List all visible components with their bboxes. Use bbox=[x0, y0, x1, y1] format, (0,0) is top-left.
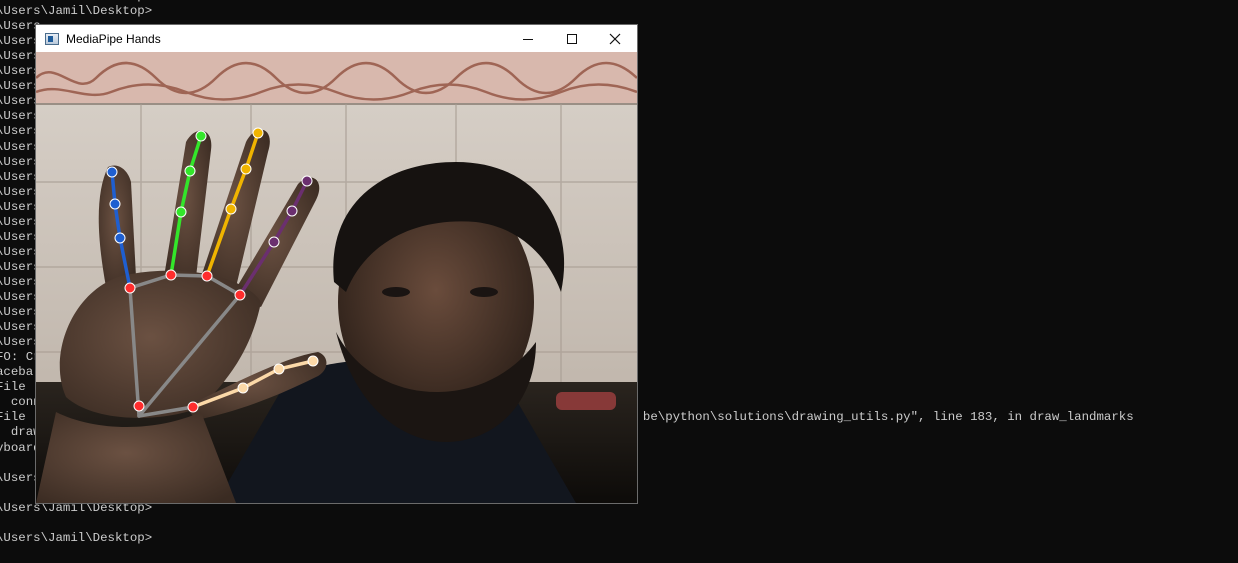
maximize-button[interactable] bbox=[550, 25, 594, 52]
mediapipe-hands-window[interactable]: MediaPipe Hands bbox=[36, 25, 637, 503]
console-line: File ' bbox=[0, 380, 41, 395]
console-line: \Users bbox=[0, 94, 41, 109]
console-line: \Users\Jamil\Desktop> bbox=[0, 4, 153, 19]
console-line: \Users bbox=[0, 199, 41, 214]
console-line: aceba bbox=[0, 365, 34, 380]
console-line: \Users bbox=[0, 320, 41, 335]
maximize-icon bbox=[567, 33, 577, 44]
console-line: \Users bbox=[0, 19, 41, 34]
console-line: \Users bbox=[0, 244, 41, 259]
console-line: \Users bbox=[0, 139, 41, 154]
console-line: \Users bbox=[0, 214, 41, 229]
console-line: conn bbox=[0, 395, 41, 410]
console-line: FO: Cr bbox=[0, 350, 41, 365]
console-line: \Users bbox=[0, 79, 41, 94]
console-line: \Users bbox=[0, 109, 41, 124]
console-line: \Users bbox=[0, 49, 41, 64]
console-line: \Users bbox=[0, 274, 41, 289]
console-line: \Users bbox=[0, 184, 41, 199]
console-line: \Users bbox=[0, 259, 41, 274]
console-line: \Users bbox=[0, 290, 41, 304]
console-line: \Users bbox=[0, 34, 41, 49]
camera-feed bbox=[36, 52, 637, 503]
app-window-icon bbox=[45, 32, 59, 45]
console-line: yboard bbox=[0, 440, 41, 455]
console-line: \Users bbox=[0, 124, 41, 139]
console-line: \Users bbox=[0, 335, 41, 350]
console-line: \Users bbox=[0, 154, 41, 169]
console-line: draw bbox=[0, 425, 41, 440]
console-line: \Users bbox=[0, 64, 41, 79]
console-line: \Users bbox=[0, 229, 41, 244]
title-bar[interactable]: MediaPipe Hands bbox=[36, 25, 637, 52]
close-icon bbox=[609, 33, 621, 44]
console-line: \Users\Jamil\Desktop> bbox=[0, 530, 153, 545]
minimize-icon bbox=[523, 38, 533, 40]
minimize-button[interactable] bbox=[506, 25, 550, 52]
camera-frame-image bbox=[36, 52, 637, 503]
console-line: \Users bbox=[0, 305, 41, 320]
console-line: \Users bbox=[0, 169, 41, 184]
window-title: MediaPipe Hands bbox=[66, 31, 161, 46]
close-button[interactable] bbox=[593, 25, 637, 52]
